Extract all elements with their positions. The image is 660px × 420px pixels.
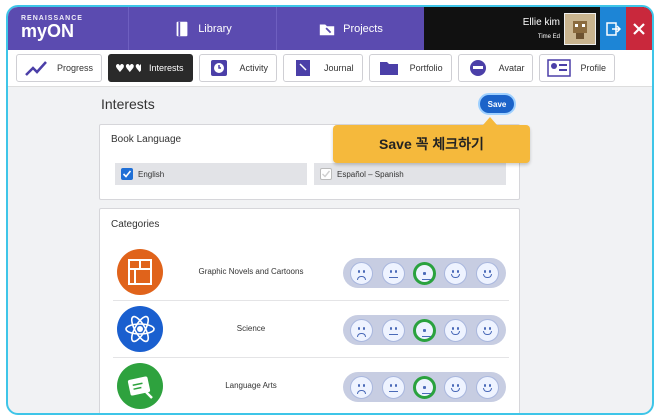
category-name: Science <box>236 324 266 333</box>
nav-projects-button[interactable]: Projects <box>276 7 424 50</box>
profile-icon <box>546 57 572 79</box>
face-neutral-selected-icon[interactable] <box>412 375 436 399</box>
clock-icon <box>206 57 232 79</box>
category-row: Graphic Novels and Cartoons <box>113 245 509 301</box>
nav-projects-label: Projects <box>343 22 383 35</box>
face-neutral-selected-icon[interactable] <box>412 318 436 342</box>
face-neutral-icon[interactable] <box>381 261 405 285</box>
tab-activity[interactable]: Activity <box>198 54 278 82</box>
logout-button[interactable] <box>600 7 626 50</box>
tab-interests[interactable]: ♥♥♥ Interests <box>108 54 193 82</box>
close-icon <box>633 22 645 35</box>
tab-avatar-label: Avatar <box>498 63 525 73</box>
tab-avatar[interactable]: Avatar <box>457 54 534 82</box>
tab-profile[interactable]: Profile <box>539 54 615 82</box>
categories-heading: Categories <box>111 219 160 230</box>
page-title: Interests <box>101 96 155 112</box>
checkbox-unchecked-icon[interactable] <box>320 168 332 180</box>
category-row: Science <box>113 302 509 358</box>
category-row: Language Arts <box>113 359 509 413</box>
tab-journal[interactable]: Journal <box>283 54 363 82</box>
book-icon <box>176 21 188 36</box>
robot-avatar-icon <box>573 20 587 39</box>
folder-icon <box>319 24 335 35</box>
atom-icon <box>117 306 163 352</box>
top-bar: RENAISSANCE myON Library Projects Ellie … <box>8 7 652 50</box>
face-neutral-icon[interactable] <box>381 375 405 399</box>
book-language-heading: Book Language <box>111 134 182 145</box>
svg-text:♥♥♥: ♥♥♥ <box>115 62 141 75</box>
face-sad-icon[interactable] <box>350 375 374 399</box>
tab-journal-label: Journal <box>324 63 354 73</box>
portfolio-folder-icon <box>376 57 402 79</box>
rating-faces <box>343 315 506 345</box>
logout-icon <box>606 21 621 36</box>
tab-portfolio-label: Portfolio <box>409 63 443 73</box>
face-very-happy-icon[interactable] <box>475 375 499 399</box>
nav-library-button[interactable]: Library <box>128 7 276 50</box>
face-very-happy-icon[interactable] <box>475 261 499 285</box>
save-reminder-callout: Save 꼭 체크하기 <box>333 117 530 163</box>
journal-icon <box>290 57 316 79</box>
tab-activity-label: Activity <box>239 63 269 73</box>
category-name: Graphic Novels and Cartoons <box>198 267 304 276</box>
face-very-happy-icon[interactable] <box>475 318 499 342</box>
language-option-spanish[interactable]: Español – Spanish <box>314 163 506 185</box>
avatar[interactable] <box>564 12 596 45</box>
close-button[interactable] <box>626 7 652 50</box>
tab-interests-label: Interests <box>149 63 184 73</box>
tab-progress[interactable]: Progress <box>16 54 103 82</box>
progress-chart-icon <box>23 57 49 79</box>
user-info: Ellie kim Time Ed <box>523 17 560 40</box>
graphic-novel-icon <box>117 249 163 295</box>
category-name: Language Arts <box>225 381 277 390</box>
tab-profile-label: Profile <box>580 63 606 73</box>
top-nav: Library Projects <box>128 7 424 50</box>
face-neutral-icon[interactable] <box>381 318 405 342</box>
rating-faces <box>343 258 506 288</box>
avatar-icon <box>465 57 491 79</box>
face-sad-icon[interactable] <box>350 261 374 285</box>
language-english-label: English <box>138 169 165 179</box>
tab-bar: Progress ♥♥♥ Interests Activity Journal … <box>8 50 652 87</box>
user-name: Ellie kim <box>522 17 560 28</box>
brand-logo[interactable]: RENAISSANCE myON <box>8 7 128 50</box>
tab-progress-label: Progress <box>57 63 94 73</box>
language-spanish-label: Español – Spanish <box>337 169 404 179</box>
face-happy-icon[interactable] <box>444 261 468 285</box>
rating-faces <box>343 372 506 402</box>
language-option-english[interactable]: English <box>115 163 307 185</box>
user-area: Ellie kim Time Ed <box>424 7 652 50</box>
language-arts-icon <box>117 363 163 409</box>
hearts-icon: ♥♥♥ <box>115 57 141 79</box>
app-frame: RENAISSANCE myON Library Projects Ellie … <box>6 5 654 415</box>
tab-portfolio[interactable]: Portfolio <box>368 54 452 82</box>
checkbox-checked-icon[interactable] <box>121 168 133 180</box>
categories-panel: Categories Graphic Novels and Cartoons S… <box>99 208 520 413</box>
time-label: Time Ed <box>537 34 560 40</box>
brand-main: myON <box>21 21 75 41</box>
nav-library-label: Library <box>198 22 232 35</box>
face-sad-icon[interactable] <box>350 318 374 342</box>
face-neutral-selected-icon[interactable] <box>412 261 436 285</box>
face-happy-icon[interactable] <box>444 318 468 342</box>
face-happy-icon[interactable] <box>444 375 468 399</box>
brand-sub: RENAISSANCE <box>21 15 83 22</box>
save-button[interactable]: Save <box>478 93 516 115</box>
